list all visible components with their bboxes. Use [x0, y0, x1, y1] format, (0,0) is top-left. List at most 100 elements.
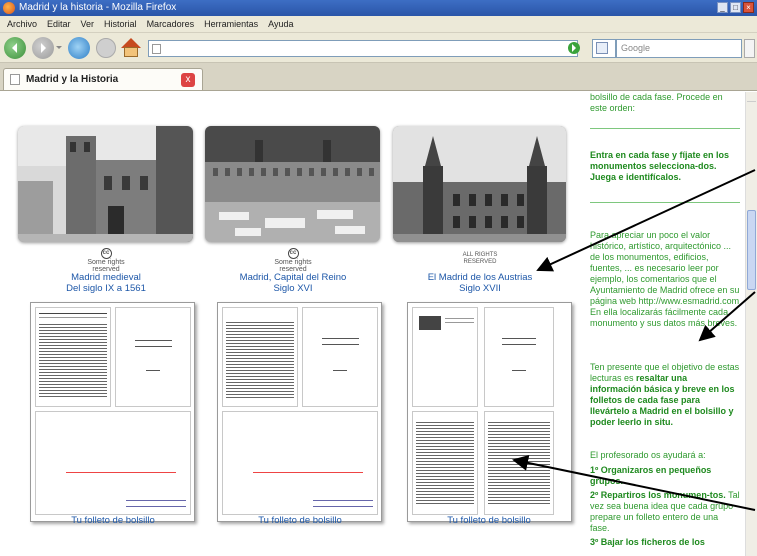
- rule-line: [126, 506, 186, 507]
- sidebar-paragraph: bolsillo de cada fase. Procede en este o…: [590, 92, 723, 113]
- leaflet-page: [484, 411, 554, 515]
- divider: [590, 202, 740, 203]
- tab-label: Madrid y la Historia: [26, 74, 119, 85]
- text-line: [445, 322, 474, 323]
- sidebar-bold-text: 3º Bajar los ficheros de los: [590, 537, 705, 547]
- license-text: Some rights reserved: [274, 259, 312, 273]
- firefox-icon: [3, 2, 15, 14]
- tab-madrid-historia[interactable]: Madrid y la Historia x: [3, 68, 203, 90]
- menu-bar: Archivo Editar Ver Historial Marcadores …: [0, 16, 757, 33]
- rule-line: [66, 472, 176, 473]
- text-line: [512, 370, 526, 371]
- leaflet-caption-link[interactable]: Tu folleto de bolsillo: [200, 515, 400, 526]
- rule-line: [313, 506, 373, 507]
- menu-historial[interactable]: Historial: [99, 19, 142, 29]
- text-line: [39, 313, 107, 314]
- photo-caption-link[interactable]: Madrid, Capital del Reino Siglo XVI: [193, 272, 393, 294]
- reload-icon[interactable]: [68, 37, 90, 59]
- menu-ayuda[interactable]: Ayuda: [263, 19, 298, 29]
- leaflet-caption-link[interactable]: Tu folleto de bolsillo: [389, 515, 589, 526]
- license-text: ALL RIGHTS RESERVED: [462, 252, 498, 265]
- vertical-scrollbar[interactable]: [745, 92, 757, 556]
- menu-editar[interactable]: Editar: [42, 19, 76, 29]
- text-line: [445, 318, 474, 319]
- tab-strip: Madrid y la Historia x: [0, 63, 757, 91]
- photo-plaza-mayor[interactable]: [205, 126, 380, 242]
- caption-period[interactable]: Del siglo IX a 1561: [6, 283, 206, 294]
- photo-caption-link[interactable]: El Madrid de los Austrias Siglo XVII: [380, 272, 580, 294]
- caption-title[interactable]: Madrid, Capital del Reino: [193, 272, 393, 283]
- forward-arrow-icon[interactable]: [32, 37, 54, 59]
- leaflet-page: [222, 307, 298, 407]
- text-line: [134, 340, 172, 341]
- scroll-up-arrow-icon[interactable]: [747, 92, 756, 102]
- search-button[interactable]: [744, 39, 755, 58]
- sidebar-bold-text: 1º Organizaros en pequeños grupos.: [590, 465, 712, 486]
- caption-title[interactable]: El Madrid de los Austrias: [380, 272, 580, 283]
- caption-period[interactable]: Siglo XVI: [193, 283, 393, 294]
- cc-icon: cc: [287, 248, 299, 259]
- menu-archivo[interactable]: Archivo: [2, 19, 42, 29]
- rule-line: [313, 500, 373, 501]
- text-line: [321, 338, 359, 339]
- cc-license-badge[interactable]: cc Some rights reserved: [86, 248, 126, 273]
- maximize-button[interactable]: □: [730, 2, 741, 13]
- search-engine-selector[interactable]: [592, 39, 616, 58]
- url-bar[interactable]: [148, 40, 578, 57]
- text-line: [502, 344, 536, 345]
- menu-herramientas[interactable]: Herramientas: [199, 19, 263, 29]
- stop-icon[interactable]: [96, 38, 116, 58]
- text-line: [145, 370, 161, 371]
- history-dropdown-icon[interactable]: [56, 46, 62, 52]
- caption-period[interactable]: Siglo XVII: [380, 283, 580, 294]
- go-icon[interactable]: [568, 42, 580, 54]
- scrollbar-thumb[interactable]: [747, 210, 756, 290]
- photo-medieval[interactable]: [18, 126, 193, 242]
- sidebar-text: El profesorado os ayudará a:: [590, 450, 706, 460]
- window-title-bar: Madrid y la historia - Mozilla Firefox _…: [0, 0, 757, 16]
- tab-page-icon: [10, 74, 20, 85]
- navigation-toolbar: Google: [0, 33, 757, 63]
- sidebar-paragraph: Entra en cada fase y fíjate en los monum…: [590, 150, 740, 183]
- search-input[interactable]: Google: [616, 39, 742, 58]
- rule-line: [253, 472, 363, 473]
- text-block: [226, 322, 294, 398]
- tab-close-icon[interactable]: x: [181, 73, 195, 87]
- back-arrow-icon[interactable]: [4, 37, 26, 59]
- leaflet-page: [35, 411, 191, 515]
- leaflet-page: [302, 307, 378, 407]
- leaflet-thumbnail[interactable]: [217, 302, 382, 522]
- cc-license-badge[interactable]: cc Some rights reserved: [273, 248, 313, 273]
- rule-line: [126, 500, 186, 501]
- page-icon: [152, 44, 161, 54]
- menu-marcadores[interactable]: Marcadores: [142, 19, 200, 29]
- leaflet-page: [115, 307, 191, 407]
- minimize-button[interactable]: _: [717, 2, 728, 13]
- sidebar-paragraph: Para apreciar un poco el valor histórico…: [590, 230, 740, 328]
- leaflet-page: [412, 307, 478, 407]
- license-text: Some rights reserved: [87, 259, 125, 273]
- leaflet-page: [484, 307, 554, 407]
- leaflet-thumbnail[interactable]: [30, 302, 195, 522]
- caption-title[interactable]: Madrid medieval: [6, 272, 206, 283]
- cc-icon: cc: [100, 248, 112, 259]
- home-icon[interactable]: [120, 37, 142, 59]
- divider: [590, 128, 740, 129]
- leaflet-page: [412, 411, 478, 515]
- photo-casa-villa[interactable]: [393, 126, 566, 242]
- instructions-sidebar: bolsillo de cada fase. Procede en este o…: [590, 92, 745, 556]
- leaflet-page: [35, 307, 111, 407]
- menu-ver[interactable]: Ver: [76, 19, 100, 29]
- text-block: [416, 422, 474, 504]
- text-block: [488, 422, 550, 504]
- text-line: [134, 346, 172, 347]
- license-badge[interactable]: ALL RIGHTS RESERVED: [460, 252, 500, 266]
- leaflet-thumbnail[interactable]: [407, 302, 572, 522]
- text-line: [502, 338, 536, 339]
- sidebar-paragraph: Ten presente que el objetivo de estas le…: [590, 362, 740, 428]
- photo-caption-link[interactable]: Madrid medieval Del siglo IX a 1561: [6, 272, 206, 294]
- text-line: [39, 317, 107, 318]
- leaflet-caption-link[interactable]: Tu folleto de bolsillo: [13, 515, 213, 526]
- sidebar-bold-text: Entra en cada fase y fíjate en los monum…: [590, 150, 730, 182]
- close-window-button[interactable]: ×: [743, 2, 754, 13]
